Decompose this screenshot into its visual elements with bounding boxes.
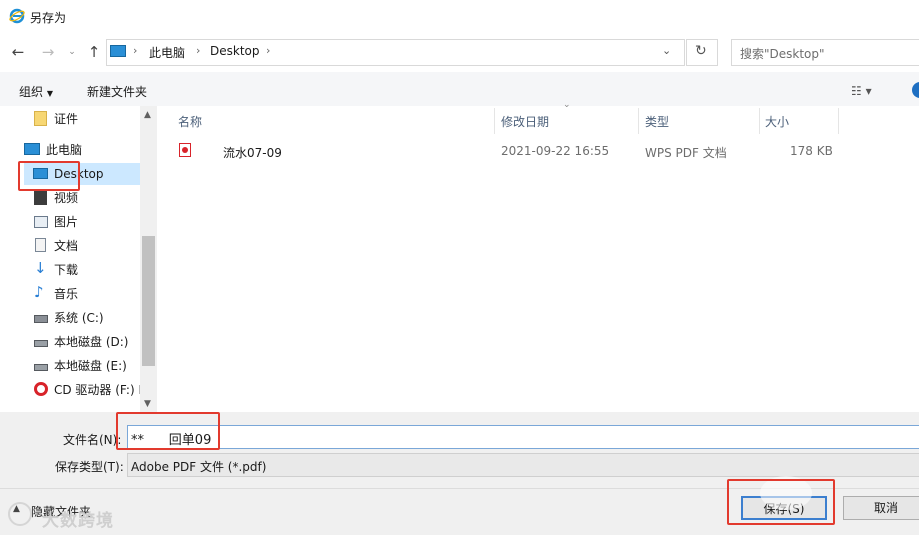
nav-item-music[interactable]: ♪ 音乐 [34,283,78,305]
chevron-right-icon: › [266,44,271,57]
file-type: WPS PDF 文档 [645,146,727,160]
download-icon: ↓ [34,259,47,277]
column-divider[interactable] [838,108,839,134]
nav-item-label: 音乐 [54,287,79,301]
file-size: 178 KB [790,144,833,158]
column-divider[interactable] [759,108,760,134]
nav-item-label: 本地磁盘 (E:) [54,359,127,373]
filetype-label: 保存类型(T): [55,460,124,474]
cancel-button[interactable]: 取消 [843,496,919,520]
pc-icon [110,45,126,57]
nav-item-label: 下载 [54,263,79,277]
nav-item-label: 文档 [54,239,79,253]
watermark-logo-icon [8,502,32,526]
nav-item-label: CD 驱动器 (F:) I [54,383,140,397]
column-header-type[interactable]: 类型 [645,113,669,130]
documents-icon [35,238,46,252]
organize-button[interactable]: 组织 ▼ [19,83,53,100]
address-dropdown-icon[interactable]: ⌄ [662,44,671,57]
nav-item-downloads[interactable]: ↓ 下载 [34,259,78,281]
highlight-box-desktop [18,161,80,191]
breadcrumb-this-pc[interactable]: 此电脑 [149,44,185,61]
ie-app-icon [9,8,25,24]
nav-item-drive-e[interactable]: 本地磁盘 (E:) [34,355,127,377]
organize-label: 组织 [19,85,44,99]
watermark-text: 大数跨境 [42,511,114,531]
highlight-box-save [727,479,835,525]
nav-scrollbar-thumb[interactable] [142,236,155,366]
column-header-size[interactable]: 大小 [765,113,789,130]
nav-item-label: 图片 [54,215,79,229]
nav-item-certificates[interactable]: 证件 [34,108,78,130]
column-divider[interactable] [638,108,639,134]
video-icon [34,190,47,205]
nav-item-documents[interactable]: 文档 [34,235,78,257]
pdf-file-icon [179,143,191,157]
nav-item-this-pc[interactable]: 此电脑 [24,139,82,161]
column-header-modified[interactable]: 修改日期 [501,113,549,130]
cd-drive-icon [34,382,48,396]
system-drive-icon [34,315,48,323]
scroll-up-icon[interactable]: ▲ [144,110,151,120]
file-name: 流水07-09 [223,146,282,160]
pictures-icon [34,216,48,228]
column-divider[interactable] [494,108,495,134]
sort-indicator-icon: ⌄ [563,100,571,110]
drive-icon [34,364,48,371]
highlight-box-filename [116,412,220,450]
filename-input[interactable] [127,425,919,449]
breadcrumb-desktop[interactable]: Desktop [210,44,260,58]
window-title: 另存为 [30,11,67,25]
nav-item-drive-c[interactable]: 系统 (C:) [34,307,104,329]
file-modified: 2021-09-22 16:55 [501,144,610,158]
recent-locations-icon[interactable]: ⌄ [62,42,82,62]
music-icon: ♪ [34,283,44,301]
nav-item-label: 本地磁盘 (D:) [54,335,129,349]
filetype-value: Adobe PDF 文件 (*.pdf) [131,460,267,474]
chevron-right-icon: › [133,44,138,57]
nav-item-label: 此电脑 [46,143,83,157]
up-arrow-icon[interactable]: ↑ [84,42,104,62]
scroll-down-icon[interactable]: ▼ [144,399,151,409]
search-placeholder: 搜索"Desktop" [740,47,825,61]
view-options-icon[interactable]: ☷ ▾ [851,84,872,98]
nav-item-label: 证件 [54,112,79,126]
nav-item-drive-d[interactable]: 本地磁盘 (D:) [34,331,128,353]
new-folder-button[interactable]: 新建文件夹 [87,83,147,100]
title-bar [0,0,919,32]
dropdown-caret-icon: ▼ [46,89,53,98]
drive-icon [34,340,48,347]
folder-icon [34,111,47,126]
column-header-name[interactable]: 名称 [178,113,202,130]
nav-item-label: 系统 (C:) [54,311,104,325]
back-arrow-icon[interactable]: ← [8,42,28,62]
chevron-right-icon: › [196,44,201,57]
nav-item-cd-drive[interactable]: CD 驱动器 (F:) I [34,379,140,401]
forward-arrow-icon[interactable]: → [38,42,58,62]
filename-label: 文件名(N): [63,433,122,447]
nav-item-pictures[interactable]: 图片 [34,211,78,233]
refresh-icon: ↻ [695,43,707,59]
nav-item-label: 视频 [54,191,79,205]
address-bar[interactable] [106,39,685,66]
computer-icon [24,143,40,155]
